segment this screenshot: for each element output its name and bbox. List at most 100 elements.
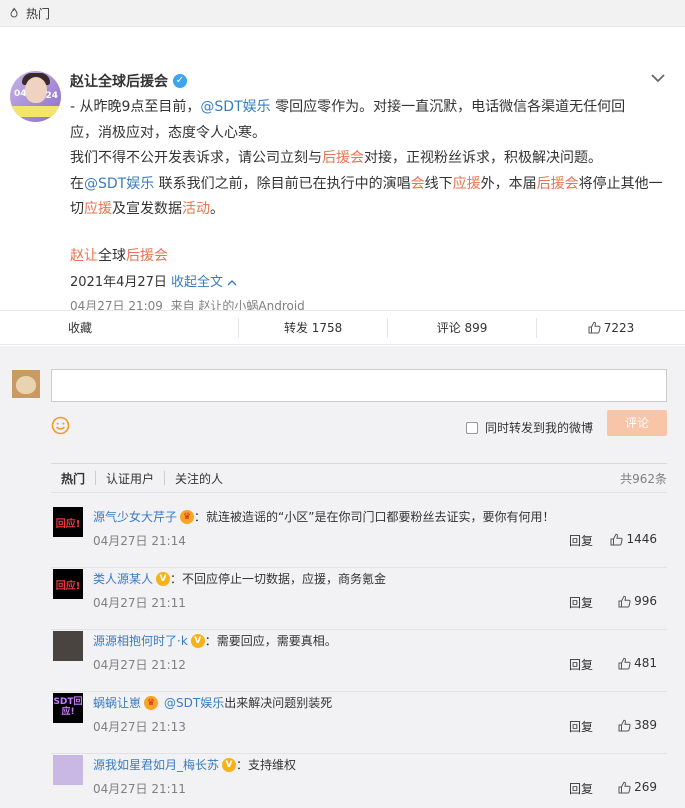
keyword-link[interactable]: 应援: [453, 176, 481, 192]
comment-item: 回应! 类人源某人 V ：不回应停止一切数据，应援，商务氪金 04月27日 21…: [51, 568, 667, 630]
thumbs-up-icon[interactable]: [618, 595, 631, 608]
like-count[interactable]: 1446: [626, 532, 657, 546]
comment-time: 04月27日 21:13: [93, 720, 186, 734]
checkbox-box[interactable]: [466, 421, 478, 434]
avatar-text: 回应!: [55, 518, 81, 530]
comment-button[interactable]: 评论 899: [388, 319, 536, 336]
post-line-1: - 从昨晚9点至目前，@SDT娱乐 零回应零作为。对接一直沉默，电话微信各渠道无…: [70, 95, 670, 121]
reply-button[interactable]: 回复: [569, 780, 593, 797]
commenter-name[interactable]: 蜗蜗让崽: [93, 694, 141, 711]
forward-checkbox[interactable]: 同时转发到我的微博: [466, 419, 593, 436]
favorite-button[interactable]: 收藏: [0, 319, 238, 336]
text: 应，消极应对，态度令人心寒。: [70, 124, 266, 141]
text: 。: [210, 201, 224, 217]
favorite-label[interactable]: 收藏: [68, 319, 92, 336]
comment-line: 类人源某人 V ：不回应停止一切数据，应援，商务氪金: [93, 570, 386, 587]
author-name[interactable]: 赵让全球后援会 ✓: [70, 71, 187, 91]
keyword-link[interactable]: 会: [411, 176, 425, 192]
post-content: - 从昨晚9点至目前，@SDT娱乐 零回应零作为。对接一直沉默，电话微信各渠道无…: [70, 95, 670, 223]
keyword-link[interactable]: 后援会: [322, 150, 364, 166]
mention-link[interactable]: @SDT娱乐: [164, 694, 224, 711]
keyword-link[interactable]: 后援会: [126, 248, 168, 264]
verified-v-icon: V: [222, 757, 237, 772]
commenter-avatar[interactable]: SDT回应!: [53, 693, 83, 723]
reply-button[interactable]: 回复: [569, 718, 593, 735]
thumbs-up-icon[interactable]: [610, 533, 624, 546]
thumbs-up-icon[interactable]: [618, 657, 631, 670]
repost-button[interactable]: 转发 1758: [239, 319, 387, 336]
comment-like-button[interactable]: 269: [618, 780, 657, 794]
commenter-avatar[interactable]: 回应!: [53, 569, 83, 599]
keyword-link[interactable]: 活动: [182, 201, 210, 217]
my-avatar[interactable]: [12, 370, 40, 398]
like-count[interactable]: 481: [634, 656, 657, 670]
thumbs-up-icon[interactable]: [588, 321, 601, 334]
emoji-icon[interactable]: [51, 416, 70, 435]
forward-label[interactable]: 同时转发到我的微博: [485, 419, 593, 436]
crown-badge-icon: ♛: [180, 509, 195, 524]
comment-like-button[interactable]: 996: [618, 594, 657, 608]
author-avatar[interactable]: 04 24: [10, 71, 61, 122]
collapse-label[interactable]: 收起全文: [171, 275, 223, 290]
like-count[interactable]: 7223: [604, 321, 635, 335]
post-line-4: 在@SDT娱乐 联系我们之前，除目前已在执行中的演唱会线下应援外，本届后援会将停…: [70, 172, 670, 198]
author-name-text[interactable]: 赵让全球后援会: [70, 71, 168, 91]
comment-input[interactable]: [51, 369, 667, 402]
keyword-link[interactable]: 应援: [84, 201, 112, 217]
comment-like-button[interactable]: 1446: [610, 532, 657, 546]
text: 线下: [424, 175, 453, 192]
comment-item: SDT回应! 蜗蜗让崽 ♛ @SDT娱乐 出来解决问题别装死 04月27日 21…: [51, 692, 667, 754]
weibo-post: 04 24 赵让全球后援会 ✓ - 从昨晚9点至目前，@SDT娱乐 零回应零作为…: [0, 27, 685, 313]
text: 对接，正视粉丝诉求，积极解决问题。: [364, 150, 602, 166]
comment-line: 蜗蜗让崽 ♛ @SDT娱乐 出来解决问题别装死: [93, 694, 332, 711]
keyword-link[interactable]: 赵让: [70, 248, 98, 264]
mention-link[interactable]: @SDT娱乐: [84, 176, 154, 192]
commenter-name[interactable]: 源我如星君如月_梅长苏: [93, 756, 219, 773]
like-count[interactable]: 389: [634, 718, 657, 732]
post-line-2: 应，消极应对，态度令人心寒。: [70, 121, 670, 147]
comment-text: ：需要回应，需要真相。: [204, 634, 337, 648]
crown-badge-icon: ♛: [144, 695, 159, 710]
text: 切: [70, 201, 84, 217]
thumbs-up-icon[interactable]: [618, 719, 631, 732]
reply-button[interactable]: 回复: [569, 532, 593, 549]
avatar-text-left: 04: [14, 89, 27, 99]
keyword-link[interactable]: 后援会: [537, 176, 579, 192]
commenter-avatar[interactable]: 回应!: [53, 507, 83, 537]
comment-time: 04月27日 21:14: [93, 534, 186, 548]
commenter-name[interactable]: 源源相抱何时了·k: [93, 632, 188, 649]
topbar-label: 热门: [26, 6, 51, 21]
chevron-up-icon[interactable]: [227, 279, 237, 286]
like-button[interactable]: 7223: [537, 321, 685, 335]
commenter-name[interactable]: 类人源某人: [93, 570, 153, 587]
comment-like-button[interactable]: 481: [618, 656, 657, 670]
reply-button[interactable]: 回复: [569, 656, 593, 673]
tab-hot[interactable]: 热门: [51, 470, 95, 487]
post-actions-bar: 收藏 转发 1758 评论 899 7223: [0, 310, 685, 345]
commenter-name[interactable]: 源气少女大芹子: [93, 508, 177, 525]
tab-verified[interactable]: 认证用户: [96, 470, 164, 487]
thumbs-up-icon[interactable]: [618, 781, 631, 794]
comment-label[interactable]: 评论 899: [437, 319, 488, 336]
repost-label[interactable]: 转发 1758: [284, 319, 342, 336]
comment-item: 回应! 源气少女大芹子 ♛ ：就连被造谣的“小区”是在你司门口都要粉丝去证实，要…: [51, 506, 667, 568]
mention-link[interactable]: @SDT娱乐: [200, 99, 270, 115]
chevron-down-icon[interactable]: [651, 73, 665, 83]
text: 零回应零作为。对接一直沉默，电话微信各渠道无任何回: [270, 99, 626, 115]
commenter-avatar[interactable]: [53, 631, 83, 661]
comment-like-button[interactable]: 389: [618, 718, 657, 732]
comment-line: 源我如星君如月_梅长苏 V ：支持维权: [93, 756, 296, 773]
commenter-avatar[interactable]: [53, 755, 83, 785]
submit-comment-button[interactable]: 评论: [607, 410, 667, 436]
like-count[interactable]: 269: [634, 780, 657, 794]
verified-v-icon: V: [156, 571, 171, 586]
comment-filter-tabs: 热门 认证用户 关注的人 共962条: [51, 463, 667, 493]
like-count[interactable]: 996: [634, 594, 657, 608]
reply-button[interactable]: 回复: [569, 594, 593, 611]
text: 将停止其他一: [578, 175, 663, 192]
collapse-link[interactable]: 收起全文: [171, 275, 237, 290]
tab-following[interactable]: 关注的人: [165, 470, 233, 487]
comment-time: 04月27日 21:12: [93, 658, 186, 672]
comment-text: ：不回应停止一切数据，应援，商务氪金: [170, 572, 387, 586]
comment-time: 04月27日 21:11: [93, 596, 186, 610]
